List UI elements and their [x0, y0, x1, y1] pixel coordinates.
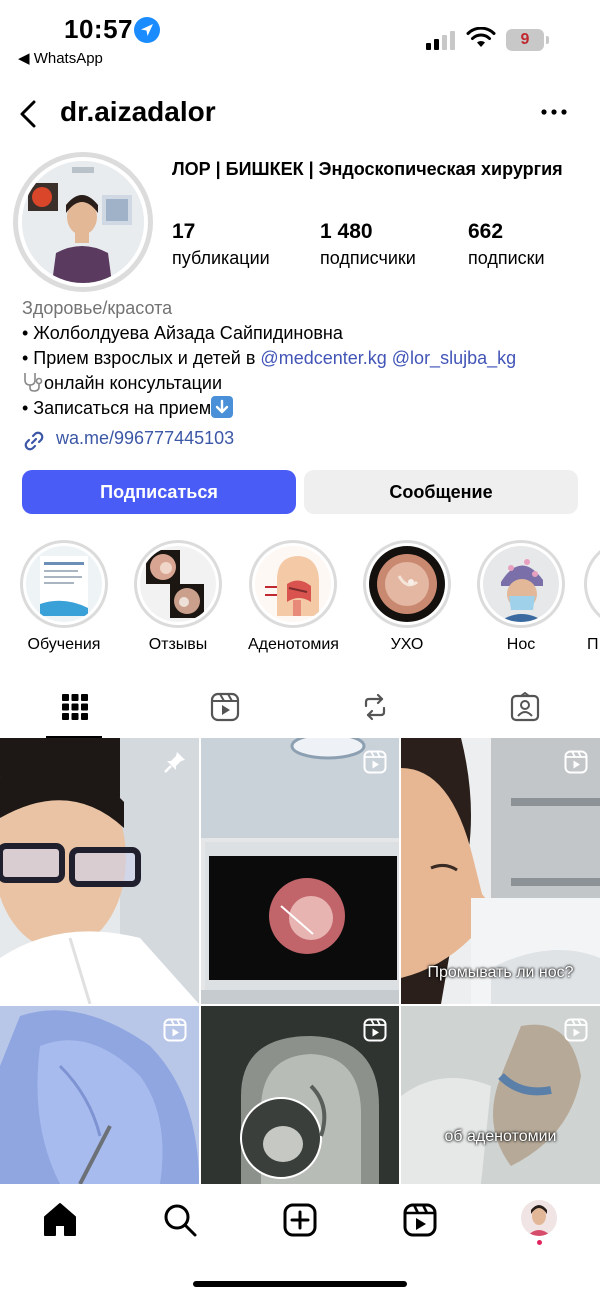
posts-grid: Промывать ли нос? об аденотомии — [0, 738, 600, 1184]
post-thumbnail[interactable]: об аденотомии — [401, 1006, 600, 1184]
home-indicator — [193, 1281, 407, 1287]
tab-posts-grid[interactable] — [0, 686, 150, 738]
highlight-item[interactable]: Аденотомия — [248, 540, 339, 654]
reel-badge-icon — [363, 750, 387, 774]
reel-badge-icon — [564, 1018, 588, 1042]
signal-icon — [426, 30, 458, 50]
highlight-label: Аденотомия — [248, 636, 339, 653]
notification-dot — [537, 1240, 542, 1245]
posts-count: 17 — [172, 220, 196, 243]
grid-icon — [62, 694, 88, 720]
profile-bio: Здоровье/красота • Жолболдуева Айзада Са… — [22, 296, 592, 421]
highlight-label: Отзывы — [148, 636, 208, 653]
followers-label: подписчики — [320, 248, 416, 268]
pin-icon — [164, 752, 185, 773]
stat-followers[interactable]: 1 480 подписчики — [320, 220, 416, 269]
following-count: 662 — [468, 220, 504, 243]
back-arrow-icon[interactable] — [14, 98, 46, 130]
post-thumbnail[interactable]: Промывать ли нос? — [401, 738, 600, 1004]
bio-text: онлайн консультации — [44, 373, 223, 393]
reel-badge-icon — [163, 1018, 187, 1042]
location-arrow-icon — [134, 17, 160, 43]
highlight-label: УХО — [390, 636, 424, 653]
highlight-item[interactable]: Обучения — [19, 540, 109, 654]
post-thumbnail[interactable] — [201, 1006, 399, 1184]
highlight-item[interactable]: Отзывы — [133, 540, 223, 654]
profile-avatar-nav[interactable] — [521, 1200, 557, 1236]
message-button[interactable]: Сообщение — [304, 470, 578, 514]
post-caption: Промывать ли нос? — [427, 964, 574, 981]
profile-avatar[interactable] — [13, 152, 153, 292]
profile-header: dr.aizadalor — [0, 90, 600, 138]
highlight-label: П — [587, 636, 599, 653]
battery-level: 9 — [520, 31, 530, 48]
repost-icon — [364, 693, 386, 721]
bio-line: • Прием взрослых и детей в @medcenter.kg… — [22, 346, 592, 371]
battery-tip — [546, 36, 549, 44]
profile-link-text[interactable]: wa.me/996777445103 — [56, 428, 234, 449]
follow-button[interactable]: Подписаться — [22, 470, 296, 514]
link-icon — [24, 431, 44, 451]
mention-medcenter[interactable]: @medcenter.kg — [260, 348, 386, 368]
tab-tagged[interactable] — [450, 686, 600, 738]
post-caption: об аденотомии — [444, 1128, 557, 1145]
stethoscope-icon — [24, 373, 43, 392]
status-time: 10:57 — [64, 14, 133, 44]
reel-badge-icon — [564, 750, 588, 774]
post-thumbnail[interactable] — [0, 1006, 199, 1184]
tab-reels[interactable] — [150, 686, 300, 738]
back-to-whatsapp[interactable]: ◀ WhatsApp — [18, 49, 103, 67]
followers-count: 1 480 — [320, 220, 373, 243]
reel-badge-icon — [363, 1018, 387, 1042]
bio-text: • Прием взрослых и детей в — [22, 348, 261, 368]
highlight-label: Обучения — [27, 636, 101, 653]
profile-tabs — [0, 686, 600, 738]
down-arrow-icon — [211, 396, 234, 418]
home-icon[interactable] — [38, 1198, 82, 1242]
bio-line: • Жолболдуева Айзада Сайпидиновна — [22, 323, 343, 343]
bottom-navigation — [0, 1184, 600, 1300]
reels-nav-icon[interactable] — [398, 1198, 442, 1242]
profile-category: Здоровье/красота — [22, 298, 173, 318]
stat-posts[interactable]: 17 публикации — [172, 220, 270, 269]
profile-display-name: ЛОР | БИШКЕК | Эндоскопическая хирургия — [172, 159, 563, 179]
highlight-label: Нос — [506, 636, 536, 653]
following-label: подписки — [468, 248, 545, 268]
battery-icon: 9 — [506, 29, 544, 51]
more-options-icon[interactable] — [538, 100, 570, 124]
bio-text: • Записаться на прием — [22, 398, 212, 418]
search-icon[interactable] — [158, 1198, 202, 1242]
posts-label: публикации — [172, 248, 270, 268]
tagged-person-icon — [510, 692, 540, 722]
mention-lor-slujba[interactable]: @lor_slujba_kg — [392, 348, 516, 368]
reels-icon — [210, 692, 240, 722]
wifi-icon — [466, 27, 496, 47]
highlight-item[interactable]: УХО — [362, 540, 452, 654]
create-post-icon[interactable] — [278, 1198, 322, 1242]
bio-line: онлайн консультации — [22, 371, 592, 396]
tab-reposts[interactable] — [300, 686, 450, 738]
highlight-item[interactable]: П — [584, 540, 600, 654]
post-thumbnail[interactable] — [201, 738, 399, 1004]
highlight-item[interactable]: Нос — [476, 540, 566, 654]
bio-line: • Записаться на прием — [22, 396, 592, 421]
status-bar: 10:57 ◀ WhatsApp 9 — [0, 0, 600, 80]
stat-following[interactable]: 662 подписки — [468, 220, 545, 269]
profile-username: dr.aizadalor — [60, 96, 216, 127]
post-thumbnail[interactable] — [0, 738, 199, 1004]
